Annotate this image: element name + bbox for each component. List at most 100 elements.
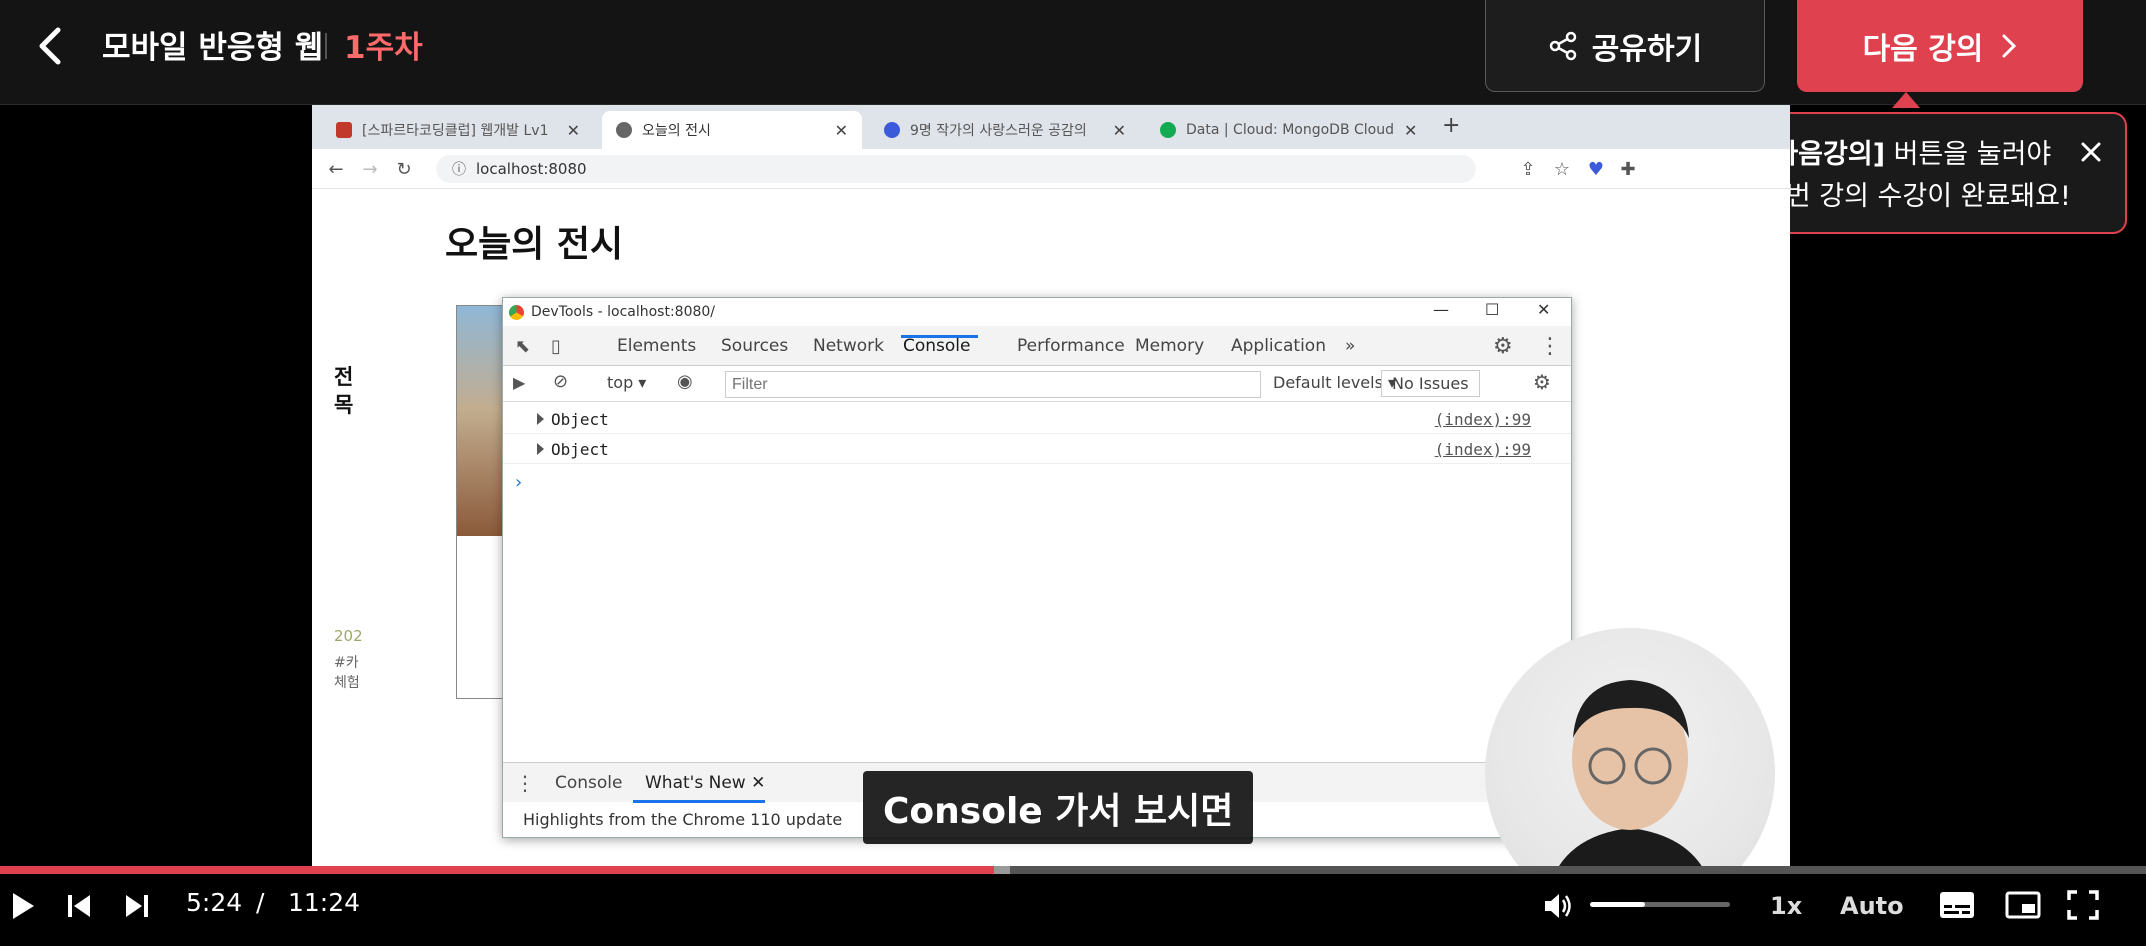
close-icon[interactable]: ✕	[567, 121, 580, 140]
close-icon	[2081, 142, 2101, 162]
drawer-tab-console[interactable]: Console	[555, 773, 623, 793]
clear-console-icon[interactable]: ⊘	[553, 371, 568, 392]
close-icon[interactable]: ✕	[835, 121, 848, 140]
eye-icon[interactable]: ◉	[677, 371, 693, 392]
next-lecture-label: 다음 강의	[1862, 32, 1984, 67]
tab-network[interactable]: Network	[813, 336, 884, 356]
drawer-tab-label: What's New	[645, 773, 746, 793]
reload-icon[interactable]: ↻	[394, 159, 414, 180]
card-tags: #카 체험	[334, 655, 360, 691]
sidebar-toggle-icon[interactable]: ▶	[513, 373, 525, 392]
close-icon[interactable]: ✕	[751, 773, 765, 793]
play-button[interactable]	[6, 888, 40, 924]
browser-tab-active[interactable]: 오늘의 전시 ✕	[602, 111, 862, 149]
subtitle-caption: Console 가서 보시면	[863, 771, 1254, 844]
context-select[interactable]: top ▾	[607, 373, 646, 392]
captions-button[interactable]	[1938, 888, 1976, 922]
new-tab-button[interactable]: +	[1442, 113, 1460, 138]
share-label: 공유하기	[1591, 31, 1703, 67]
tab-performance[interactable]: Performance	[1017, 336, 1125, 356]
progress-played[interactable]	[0, 866, 994, 874]
back-arrow-icon[interactable]: ←	[326, 159, 346, 180]
next-button[interactable]	[120, 888, 154, 924]
chrome-icon	[509, 305, 524, 320]
playback-speed-button[interactable]: 1x	[1770, 892, 1802, 920]
row-source-link[interactable]: (index):99	[1435, 410, 1531, 429]
back-button[interactable]	[28, 24, 72, 68]
issues-button[interactable]: No Issues	[1381, 370, 1480, 397]
share-button[interactable]: 공유하기	[1485, 0, 1765, 92]
tab-memory[interactable]: Memory	[1135, 336, 1204, 356]
console-toolbar: ▶ ⊘ top ▾ ◉ Default levels ▾ No Issues ⚙	[503, 366, 1571, 402]
week-label: 1주차	[344, 30, 423, 66]
close-icon[interactable]: ✕	[1113, 121, 1126, 140]
more-vert-icon[interactable]: ⋮	[1539, 334, 1561, 359]
devtools-titlebar[interactable]: DevTools - localhost:8080/ — ☐ ✕	[503, 298, 1571, 326]
share-page-icon[interactable]: ⇪	[1518, 159, 1538, 180]
picture-in-picture-icon	[2005, 891, 2041, 919]
whats-new-text: Highlights from the Chrome 110 update	[523, 810, 843, 829]
picture-in-picture-button[interactable]	[2004, 888, 2042, 922]
more-tabs-icon[interactable]: »	[1345, 336, 1355, 356]
play-icon	[13, 893, 34, 919]
levels-select[interactable]: Default levels ▾	[1273, 373, 1396, 392]
close-icon[interactable]: ✕	[1537, 300, 1550, 319]
address-input[interactable]: ⓘ localhost:8080	[436, 155, 1476, 183]
drawer-tab-whats-new[interactable]: What's New ✕	[645, 773, 765, 793]
drawer-active-indicator	[633, 800, 765, 803]
tab-console[interactable]: Console	[903, 336, 971, 356]
row-label: Object	[551, 410, 609, 429]
console-settings-icon[interactable]: ⚙	[1533, 370, 1551, 394]
active-tab-indicator	[901, 335, 978, 338]
tab-label: Data | Cloud: MongoDB Cloud	[1186, 122, 1394, 138]
drawer-menu-icon[interactable]: ⋮	[515, 771, 535, 795]
volume-button[interactable]	[1540, 888, 1576, 924]
card-image	[457, 306, 505, 536]
card-title: 전 목	[334, 365, 354, 417]
close-icon[interactable]: ✕	[1404, 121, 1417, 140]
previous-button[interactable]	[62, 888, 96, 924]
browser-tab[interactable]: Data | Cloud: MongoDB Cloud ✕	[1146, 111, 1417, 149]
console-row[interactable]: Object (index):99	[503, 404, 1571, 434]
address-text: localhost:8080	[476, 160, 587, 178]
time-separator: /	[256, 888, 265, 917]
volume-icon	[1545, 894, 1571, 918]
inspect-icon[interactable]: ⬉	[515, 336, 530, 357]
title-divider	[325, 33, 327, 59]
course-title: 모바일 반응형 웹	[102, 30, 324, 66]
chevron-right-icon	[2002, 34, 2017, 58]
puzzle-icon[interactable]: ✚	[1618, 159, 1638, 180]
tab-sources[interactable]: Sources	[721, 336, 788, 356]
levels-label: Default levels	[1273, 373, 1383, 392]
browser-tab[interactable]: 9명 작가의 사랑스러운 공감의 ✕	[870, 111, 1140, 149]
minimize-icon[interactable]: —	[1433, 300, 1449, 319]
tooltip-close-button[interactable]	[2075, 136, 2107, 168]
fullscreen-button[interactable]	[2064, 888, 2102, 922]
expand-caret-icon[interactable]	[537, 413, 544, 425]
chevron-left-icon	[39, 27, 61, 65]
console-prompt-icon[interactable]: ›	[515, 472, 522, 493]
star-icon[interactable]: ☆	[1552, 159, 1572, 180]
row-source-link[interactable]: (index):99	[1435, 440, 1531, 459]
devtools-window[interactable]: DevTools - localhost:8080/ — ☐ ✕ ⬉ ▯ Ele…	[502, 297, 1572, 838]
tab-application[interactable]: Application	[1231, 336, 1326, 356]
expand-caret-icon[interactable]	[537, 443, 544, 455]
share-icon	[1549, 31, 1577, 60]
filter-input[interactable]	[725, 371, 1261, 398]
browser-tab[interactable]: [스파르타코딩클럽] 웹개발 Lv1 ✕	[322, 111, 594, 149]
subtitles-icon	[1940, 892, 1974, 918]
console-row[interactable]: Object (index):99	[503, 434, 1571, 464]
extension-icon[interactable]: ♥	[1586, 159, 1606, 180]
maximize-icon[interactable]: ☐	[1485, 300, 1499, 319]
globe-icon	[616, 122, 632, 138]
next-lecture-button[interactable]: 다음 강의	[1797, 0, 2083, 92]
settings-icon[interactable]: ⚙	[1493, 334, 1513, 359]
tab-elements[interactable]: Elements	[617, 336, 696, 356]
quality-button[interactable]: Auto	[1840, 892, 1904, 920]
forward-arrow-icon[interactable]: →	[360, 159, 380, 180]
device-toolbar-icon[interactable]: ▯	[551, 336, 561, 357]
leaf-icon	[1160, 122, 1176, 138]
info-icon: ⓘ	[452, 162, 466, 178]
tab-label: 9명 작가의 사랑스러운 공감의	[910, 123, 1087, 139]
exhibition-card[interactable]	[456, 305, 506, 699]
